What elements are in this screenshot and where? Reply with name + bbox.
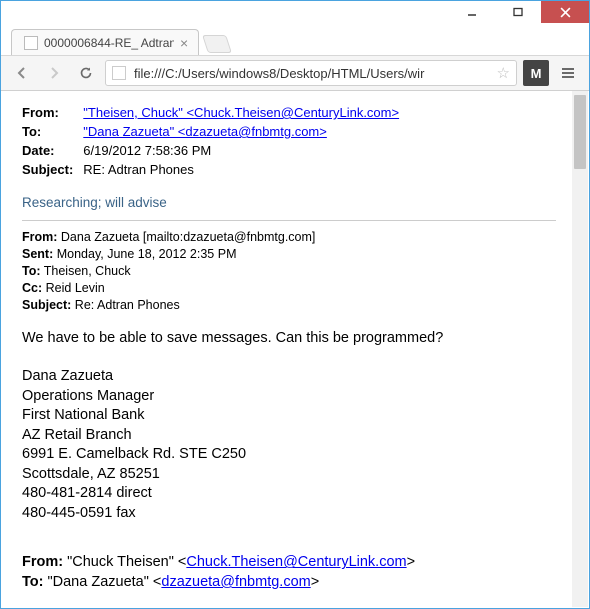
prior-thread-header: From: "Chuck Theisen" <Chuck.Theisen@Cen… [22, 553, 556, 592]
qh-cc-value: Reid Levin [46, 281, 105, 295]
url-input[interactable] [132, 65, 491, 82]
window-minimize-button[interactable] [449, 1, 495, 23]
qh-to-label: To: [22, 264, 41, 278]
header-from-link[interactable]: "Theisen, Chuck" <Chuck.Theisen@CenturyL… [83, 105, 399, 120]
back-button[interactable] [9, 60, 35, 86]
page-icon [112, 66, 126, 80]
t2-from-label: From: [22, 554, 63, 570]
window-close-button[interactable] [541, 1, 589, 23]
qh-sent-label: Sent: [22, 247, 53, 261]
quoted-body: We have to be able to save messages. Can… [22, 329, 556, 349]
header-from-label: From: [22, 103, 83, 122]
scroll-thumb[interactable] [574, 95, 586, 169]
t2-to-close: > [311, 574, 319, 590]
page-viewport: From: "Theisen, Chuck" <Chuck.Theisen@Ce… [2, 91, 588, 607]
qh-cc-label: Cc: [22, 281, 42, 295]
email-header-table: From: "Theisen, Chuck" <Chuck.Theisen@Ce… [22, 103, 399, 179]
tab-close-icon[interactable]: × [180, 36, 188, 50]
sig-phone-fax: 480-445-0591 fax [22, 504, 556, 524]
email-body-top: Researching; will advise [22, 195, 556, 210]
t2-from-close: > [407, 554, 415, 570]
signature-block: Dana Zazueta Operations Manager First Na… [22, 367, 556, 524]
t2-to-name: "Dana Zazueta" < [48, 574, 162, 590]
header-to-link[interactable]: "Dana Zazueta" <dzazueta@fnbmtg.com> [83, 124, 327, 139]
t2-from-name: "Chuck Theisen" < [67, 554, 186, 570]
sig-phone-direct: 480-481-2814 direct [22, 484, 556, 504]
header-date-value: 6/19/2012 7:58:36 PM [83, 141, 399, 160]
qh-subject-value: Re: Adtran Phones [75, 298, 180, 312]
qh-to-value: Theisen, Chuck [44, 264, 131, 278]
qh-from-value: Dana Zazueta [mailto:dzazueta@fnbmtg.com… [61, 230, 315, 244]
sig-title: Operations Manager [22, 387, 556, 407]
separator [22, 220, 556, 221]
qh-subject-label: Subject: [22, 298, 71, 312]
qh-sent-value: Monday, June 18, 2012 2:35 PM [57, 247, 237, 261]
sig-addr1: 6991 E. Camelback Rd. STE C250 [22, 445, 556, 465]
vertical-scrollbar[interactable] [572, 91, 588, 607]
forward-button[interactable] [41, 60, 67, 86]
address-bar[interactable]: ☆ [105, 60, 517, 86]
extension-button[interactable]: M [523, 60, 549, 86]
email-content: From: "Theisen, Chuck" <Chuck.Theisen@Ce… [2, 91, 572, 607]
sig-org: First National Bank [22, 406, 556, 426]
header-subject-label: Subject: [22, 160, 83, 179]
header-to-label: To: [22, 122, 83, 141]
t2-to-email-link[interactable]: dzazueta@fnbmtg.com [161, 574, 310, 590]
sig-branch: AZ Retail Branch [22, 426, 556, 446]
header-subject-value: RE: Adtran Phones [83, 160, 399, 179]
header-date-label: Date: [22, 141, 83, 160]
file-icon [24, 36, 38, 50]
reload-button[interactable] [73, 60, 99, 86]
tab-title: 0000006844-RE_ Adtran Ph [44, 36, 174, 50]
t2-from-email-link[interactable]: Chuck.Theisen@CenturyLink.com [186, 554, 406, 570]
chrome-menu-button[interactable] [555, 60, 581, 86]
qh-from-label: From: [22, 230, 57, 244]
tab-strip: 0000006844-RE_ Adtran Ph × [1, 25, 589, 55]
t2-to-label: To: [22, 574, 43, 590]
window-maximize-button[interactable] [495, 1, 541, 23]
new-tab-button[interactable] [202, 35, 232, 53]
sig-name: Dana Zazueta [22, 367, 556, 387]
bookmark-star-icon[interactable]: ☆ [497, 64, 510, 82]
sig-addr2: Scottsdale, AZ 85251 [22, 465, 556, 485]
quoted-header: From: Dana Zazueta [mailto:dzazueta@fnbm… [22, 229, 556, 313]
browser-toolbar: ☆ M [1, 55, 589, 91]
browser-tab[interactable]: 0000006844-RE_ Adtran Ph × [11, 29, 199, 55]
